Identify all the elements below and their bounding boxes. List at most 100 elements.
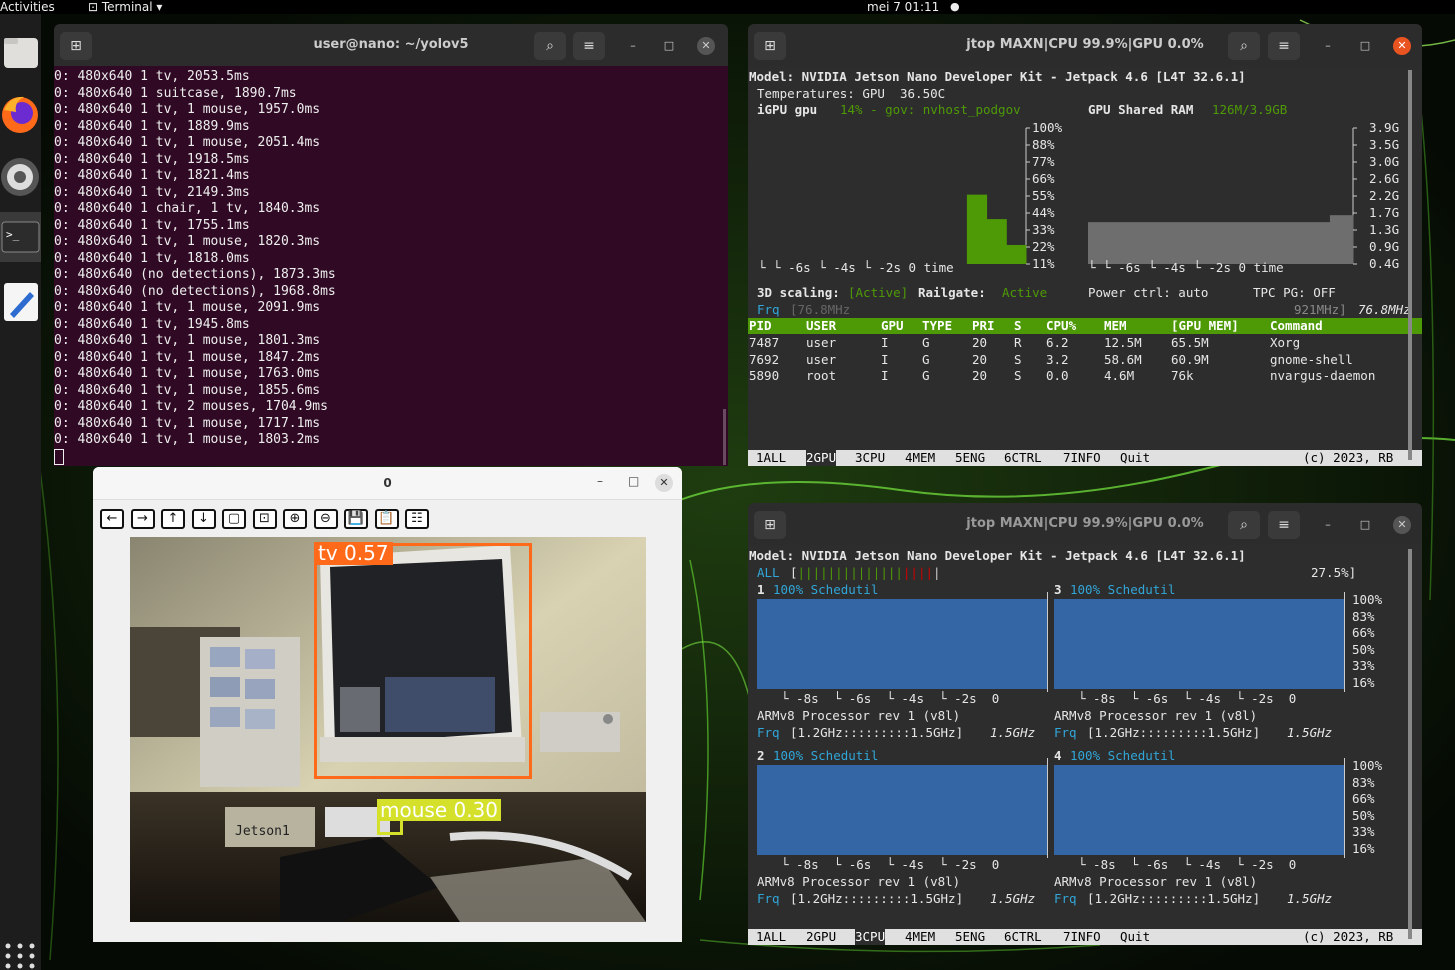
shared-ram-info: 126M/3.9GB	[1212, 102, 1288, 117]
cpu-time-axis: └ -8s └ -6s └ -4s └ -2s 0	[1078, 857, 1297, 872]
close-icon[interactable]: ✕	[1393, 516, 1411, 534]
maximize-icon[interactable]: □	[1356, 516, 1374, 534]
table-header-pid[interactable]: PID	[749, 318, 772, 333]
save-icon[interactable]: 💾	[344, 509, 368, 529]
table-header-type[interactable]: TYPE	[922, 318, 952, 333]
tab-6ctrl[interactable]: 6CTRL	[1004, 450, 1042, 466]
minimize-icon[interactable]: –	[1319, 37, 1337, 55]
menu-icon[interactable]: ≡	[1268, 511, 1300, 539]
table-header-user[interactable]: USER	[806, 318, 836, 333]
terminal-line: 0: 480x640 1 tv, 1 mouse, 2091.9ms	[54, 300, 321, 315]
arrow-right-icon[interactable]: →	[130, 509, 155, 529]
table-row[interactable]: 7487 user I G 20 R 6.2 12.5M 65.5M Xorg	[748, 335, 1422, 351]
clipboard-icon[interactable]: 📋	[374, 509, 399, 529]
tab-2gpu[interactable]: 2GPU	[806, 450, 837, 466]
tab-7info[interactable]: 7INFO	[1063, 929, 1101, 945]
clock[interactable]: mei 7 01:11	[867, 0, 939, 14]
gpu-axis-tick: 100%	[1032, 120, 1063, 135]
activities-button[interactable]: Activities	[0, 0, 55, 14]
tab-6ctrl[interactable]: 6CTRL	[1004, 929, 1042, 945]
files-icon[interactable]	[0, 30, 41, 80]
firefox-icon[interactable]	[0, 90, 41, 140]
table-header-cpu%[interactable]: CPU%	[1046, 318, 1076, 333]
menu-icon[interactable]: ≡	[1268, 32, 1300, 60]
close-icon[interactable]: ✕	[1393, 37, 1411, 55]
terminal-icon[interactable]: >_	[0, 212, 41, 262]
tab-7info[interactable]: 7INFO	[1063, 450, 1101, 466]
table-cell: root	[806, 368, 837, 383]
maximize-icon[interactable]: □	[660, 37, 678, 55]
terminal-scrollbar[interactable]	[723, 409, 726, 465]
text-editor-icon[interactable]	[0, 278, 41, 328]
scrollbar[interactable]	[1408, 549, 1412, 939]
zoom-region-icon[interactable]: ⊡	[252, 509, 277, 529]
ram-axis-tick: 3.0G	[1369, 154, 1399, 169]
search-icon[interactable]: ⌕	[1228, 511, 1260, 539]
zoom-fit-icon[interactable]: ▢	[222, 509, 246, 529]
jtop-cpu-body[interactable]: Model: NVIDIA Jetson Nano Developer Kit …	[748, 545, 1422, 945]
table-header-s[interactable]: S	[1014, 318, 1022, 333]
table-header-command[interactable]: Command	[1270, 318, 1323, 333]
terminal-line: 0: 480x640 1 chair, 1 tv, 1840.3ms	[54, 201, 321, 216]
model-text: Model: NVIDIA Jetson Nano Developer Kit …	[749, 548, 1246, 563]
tab-quit[interactable]: Quit	[1120, 450, 1150, 466]
search-icon[interactable]: ⌕	[1228, 32, 1260, 60]
table-header-pri[interactable]: PRI	[972, 318, 995, 333]
table-cell: G	[922, 351, 930, 367]
frq-max: 921MHz]	[1294, 302, 1347, 317]
table-row[interactable]: 7692 user I G 20 S 3.2 58.6M 60.9M gnome-shell	[748, 352, 1422, 368]
detection-label-mouse: mouse 0.30	[377, 799, 502, 821]
terminal-line: 0: 480x640 1 tv, 1945.8ms	[54, 316, 250, 332]
table-cell: S	[1014, 351, 1022, 367]
cpu-processor-name: ARMv8 Processor rev 1 (v8l)	[1054, 874, 1258, 889]
cpu-frq-range: [1.2GHz:::::::::1.5GHz]	[790, 725, 964, 740]
table-cell: I	[881, 351, 889, 367]
table-header-mem[interactable]: MEM	[1104, 318, 1127, 333]
tab-4mem[interactable]: 4MEM	[905, 450, 935, 466]
jtop-gpu-body[interactable]: Model: NVIDIA Jetson Nano Developer Kit …	[748, 66, 1422, 466]
ram-level-bar	[1122, 222, 1135, 264]
cpu-axis-tick: 83%	[1352, 608, 1375, 624]
table-cell: gnome-shell	[1270, 351, 1353, 367]
arrow-left-icon[interactable]: ←	[100, 509, 124, 529]
table-row[interactable]: 5890 root I G 20 S 0.0 4.6M 76k nvargus-daemon	[748, 368, 1422, 384]
settings-icon[interactable]	[0, 152, 41, 202]
menu-icon[interactable]: ≡	[573, 32, 605, 60]
gpu-load-bar	[1006, 244, 1017, 264]
tab-2gpu[interactable]: 2GPU	[806, 929, 836, 945]
minimize-icon[interactable]: –	[597, 474, 603, 488]
tab-3cpu[interactable]: 3CPU	[855, 450, 885, 466]
tab-5eng[interactable]: 5ENG	[955, 450, 985, 466]
terminal-output[interactable]: 0: 480x640 1 tv, 2053.5ms 0: 480x640 1 su…	[54, 66, 728, 466]
tab-1all[interactable]: 1ALL	[756, 929, 786, 945]
properties-icon[interactable]: ☷	[405, 509, 429, 529]
tab-5eng[interactable]: 5ENG	[955, 929, 985, 945]
close-icon[interactable]: ✕	[655, 474, 673, 492]
viewer-toolbar: ← → ↑ ↓ ▢ ⊡ ⊕ ⊖ 💾 📋 ☷	[100, 507, 436, 529]
arrow-up-icon[interactable]: ↑	[161, 509, 185, 529]
ram-level-bar	[1099, 222, 1112, 264]
maximize-icon[interactable]: □	[1356, 37, 1374, 55]
tab-4mem[interactable]: 4MEM	[905, 929, 935, 945]
zoom-out-icon[interactable]: ⊖	[313, 509, 338, 529]
app-menu[interactable]: ⊡ Terminal ▾	[88, 0, 162, 14]
table-cell: S	[1014, 368, 1022, 383]
arrow-down-icon[interactable]: ↓	[191, 509, 216, 529]
ram-level-bar	[1191, 222, 1204, 264]
minimize-icon[interactable]: –	[624, 37, 642, 55]
tab-quit[interactable]: Quit	[1120, 929, 1150, 945]
tab-1all[interactable]: 1ALL	[756, 450, 786, 466]
cpu-frq-current: 1.5GHz	[1287, 891, 1333, 906]
jtop-cpu-tabs: 1ALL 2GPU 3CPU 4MEM 5ENG 6CTRL 7INFO Quit (c) 20…	[748, 929, 1422, 945]
gpu-load-bar	[976, 194, 988, 264]
apps-grid-icon[interactable]	[0, 934, 41, 970]
tab-3cpu[interactable]: 3CPU	[855, 929, 886, 945]
table-header-gpumem[interactable]: [GPU MEM]	[1171, 318, 1239, 333]
maximize-icon[interactable]: □	[628, 474, 639, 488]
scrollbar[interactable]	[1408, 70, 1412, 460]
search-icon[interactable]: ⌕	[534, 32, 566, 60]
zoom-in-icon[interactable]: ⊕	[283, 509, 307, 529]
table-header-gpu[interactable]: GPU	[881, 318, 904, 333]
close-icon[interactable]: ✕	[697, 37, 715, 55]
minimize-icon[interactable]: –	[1319, 516, 1337, 534]
